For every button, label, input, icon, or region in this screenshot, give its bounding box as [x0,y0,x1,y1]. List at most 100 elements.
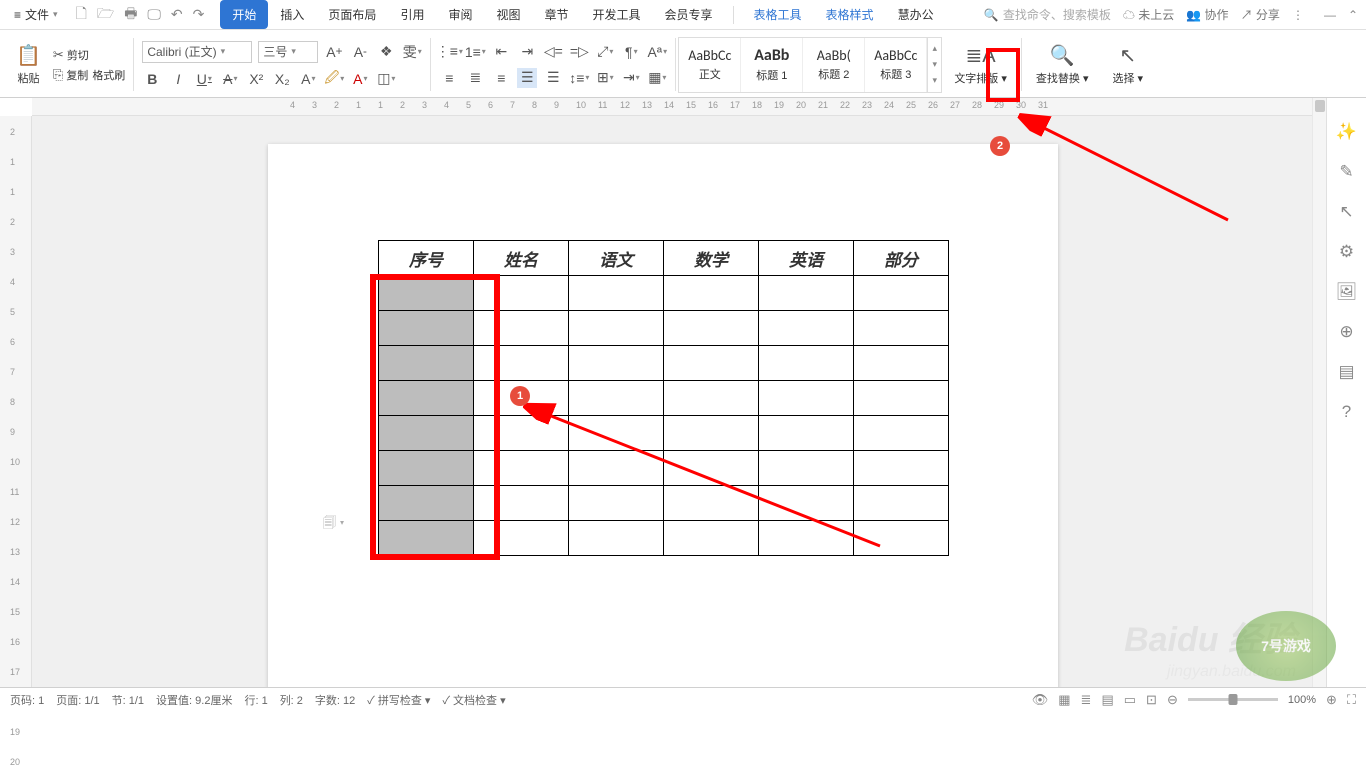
table-cell[interactable] [759,451,854,486]
text-effect-icon[interactable]: A [298,69,318,89]
document-table[interactable]: 序号姓名语文数学英语部分 [378,240,949,556]
decrease-left-icon[interactable]: ◁= [543,42,563,62]
line-spacing-icon[interactable]: ↕≡ [569,68,589,88]
print-icon[interactable]: 🖶 [124,3,137,27]
table-header[interactable]: 部分 [854,241,949,276]
page-options-icon[interactable]: 🗐 ▾ [323,514,344,536]
status-pageno[interactable]: 页码: 1 [10,692,44,708]
rocket-icon[interactable]: ✨ [1336,122,1357,142]
tab-review[interactable]: 审阅 [436,0,484,29]
table-cell[interactable] [759,276,854,311]
align-left-icon[interactable]: ≡ [439,68,459,88]
shading-icon[interactable]: ◫ [376,69,396,89]
cell-fill-icon[interactable]: ▦ [647,68,667,88]
tab-start[interactable]: 开始 [220,0,268,29]
share-button[interactable]: ↗ 分享 [1241,6,1280,23]
table-cell[interactable] [854,486,949,521]
table-header[interactable]: 姓名 [474,241,569,276]
status-pos[interactable]: 设置值: 9.2厘米 [156,692,232,708]
table-cell[interactable] [664,416,759,451]
table-cell[interactable] [474,346,569,381]
view-outline-icon[interactable]: ▭ [1124,692,1136,708]
table-cell[interactable] [379,451,474,486]
table-cell[interactable] [854,381,949,416]
pen-icon[interactable]: ✎ [1339,162,1353,182]
format-painter-button[interactable]: 格式刷 [92,67,125,83]
tab-dev[interactable]: 开发工具 [581,0,653,29]
font-color-icon[interactable]: A [350,69,370,89]
table-cell[interactable] [759,381,854,416]
table-cell[interactable] [759,521,854,556]
layout-icon[interactable]: ▤ [1338,362,1354,382]
open-icon[interactable]: 🗁 [97,3,114,27]
borders-icon[interactable]: ⊞ [595,68,615,88]
shrink-font-icon[interactable]: A- [350,42,370,62]
search-box[interactable]: 🔍 查找命令、搜索模板 [984,6,1111,23]
status-spell[interactable]: ✓ 拼写检查 ▾ [367,692,430,708]
table-cell[interactable] [474,381,569,416]
italic-icon[interactable]: I [168,69,188,89]
view-focus-icon[interactable]: ⊡ [1146,692,1157,708]
status-page[interactable]: 页面: 1/1 [56,692,99,708]
settings-icon[interactable]: ⚙ [1339,242,1354,262]
align-right-icon[interactable]: ≡ [491,68,511,88]
status-col[interactable]: 列: 2 [280,692,303,708]
style-h3[interactable]: AaBbCc标题 3 [865,38,927,92]
align-center-icon[interactable]: ≣ [465,68,485,88]
table-cell[interactable] [664,381,759,416]
view-page-icon[interactable]: ▦ [1058,692,1070,708]
align-justify-icon[interactable]: ☰ [517,68,537,88]
text-dir-icon[interactable]: ⤢ [595,42,615,62]
tab-member[interactable]: 会员专享 [653,0,725,29]
table-cell[interactable] [759,416,854,451]
decrease-indent-icon[interactable]: ⇤ [491,42,511,62]
font-size-combo[interactable]: 三号▾ [258,41,318,63]
table-cell[interactable] [474,521,569,556]
redo-icon[interactable]: ↷ [193,6,205,23]
status-row[interactable]: 行: 1 [244,692,267,708]
table-cell[interactable] [569,311,664,346]
table-cell[interactable] [569,486,664,521]
table-cell[interactable] [854,346,949,381]
table-cell[interactable] [379,521,474,556]
table-cell[interactable] [569,346,664,381]
style-expand[interactable]: ▴▾▾ [927,38,941,92]
file-menu[interactable]: ≡ 文件 ▾ [8,4,64,25]
table-cell[interactable] [379,486,474,521]
table-header[interactable]: 语文 [569,241,664,276]
table-cell[interactable] [379,416,474,451]
table-cell[interactable] [569,276,664,311]
coop-button[interactable]: 👥 协作 [1186,6,1228,23]
show-marks-icon[interactable]: ¶ [621,42,641,62]
phonetic-icon[interactable]: 雯 [402,42,422,62]
table-cell[interactable] [854,276,949,311]
text-layout-button[interactable]: ≣A文字排版 ▾ [948,41,1013,88]
status-doccheck[interactable]: ✓ 文档检查 ▾ [442,692,505,708]
table-cell[interactable] [854,521,949,556]
table-cell[interactable] [759,486,854,521]
help-icon[interactable]: ? [1342,402,1351,422]
numbering-icon[interactable]: 1≡ [465,42,485,62]
font-name-combo[interactable]: Calibri (正文)▾ [142,41,252,63]
paste-button[interactable]: 📋粘贴 [10,41,47,88]
table-cell[interactable] [664,451,759,486]
table-cell[interactable] [664,276,759,311]
table-header[interactable]: 数学 [664,241,759,276]
clear-format-icon[interactable]: ❖ [376,42,396,62]
tab-hui[interactable]: 慧办公 [886,0,946,29]
table-cell[interactable] [569,521,664,556]
table-header[interactable]: 序号 [379,241,474,276]
status-section[interactable]: 节: 1/1 [112,692,144,708]
increase-indent-icon[interactable]: ⇥ [517,42,537,62]
view-web-icon[interactable]: ▤ [1101,692,1113,708]
table-cell[interactable] [854,311,949,346]
print-preview-icon[interactable]: 🖵 [147,6,161,23]
tab-table-tools[interactable]: 表格工具 [742,0,814,29]
fit-icon[interactable]: ⛶ [1347,692,1356,708]
zoom-slider[interactable] [1188,698,1278,701]
bold-icon[interactable]: B [142,69,162,89]
highlight-icon[interactable]: 🖉 [324,69,344,89]
table-cell[interactable] [379,311,474,346]
table-cell[interactable] [474,486,569,521]
select-button[interactable]: ↖选择 ▾ [1106,41,1149,88]
